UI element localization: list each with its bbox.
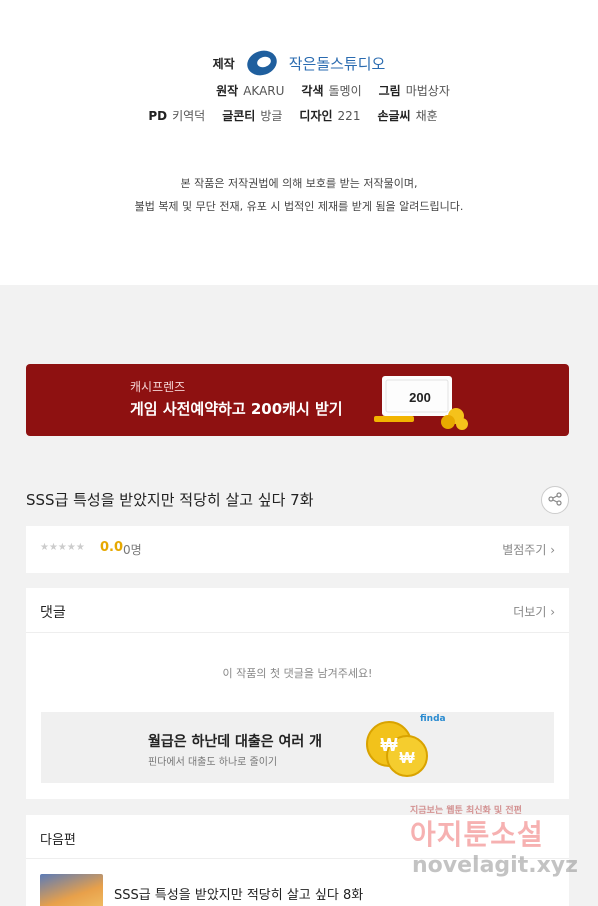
- loan-ad[interactable]: 월급은 하난데 대출은 여러 개 핀다에서 대출도 하나로 줄이기 ₩ ₩ fi…: [41, 712, 554, 783]
- cont-label: 글콘티: [222, 109, 256, 123]
- ad-brand: finda: [420, 714, 446, 724]
- cont-value: 방글: [260, 109, 283, 123]
- site-watermark: 지금보는 웹툰 최신화 및 전편 아지툰소설 novelagit.xyz: [410, 803, 590, 893]
- original-value: AKARU: [243, 83, 285, 98]
- next-episode-header: 다음편: [40, 833, 76, 848]
- rating-card: ★★★★★ 0.0 0명 별점주기 ›: [26, 526, 569, 573]
- lettering-value: 채훈: [415, 109, 438, 123]
- cashfriends-banner[interactable]: 캐시프렌즈 게임 사전예약하고 200캐시 받기 200: [26, 364, 569, 436]
- ticket-amount: 200: [409, 390, 431, 405]
- empty-comments-message: 이 작품의 첫 댓글을 남겨주세요!: [222, 667, 373, 680]
- original-label: 원작: [216, 84, 239, 98]
- rating-count: 0명: [123, 543, 142, 557]
- production-label: 제작: [212, 56, 235, 71]
- cash-ticket-icon: 200: [372, 372, 472, 432]
- adapt-value: 돌멩이: [328, 84, 362, 98]
- rate-button[interactable]: 별점주기 ›: [502, 541, 555, 558]
- share-icon: [548, 491, 562, 510]
- adapt-label: 각색: [301, 84, 324, 98]
- pd-label: PD: [148, 108, 168, 123]
- banner-title: 게임 사전예약하고 200캐시 받기: [130, 400, 343, 418]
- ad-title: 월급은 하난데 대출은 여러 개: [148, 734, 323, 750]
- comment-card: 댓글 더보기 › 이 작품의 첫 댓글을 남겨주세요! 월급은 하난데 대출은 …: [26, 588, 569, 799]
- copyright-notice: 본 작품은 저작권법에 의해 보호를 받는 저작물이며, 불법 복제 및 무단 …: [0, 172, 598, 218]
- credits-row-staff: PD 키역덕 글콘티 방글 디자인 221 손글씨 채훈: [0, 107, 598, 124]
- studio-logo-icon: [245, 48, 279, 78]
- comment-header: 댓글: [40, 605, 66, 621]
- notice-line-1: 본 작품은 저작권법에 의해 보호를 받는 저작물이며,: [180, 177, 418, 190]
- banner-subtitle: 캐시프렌즈: [130, 380, 186, 394]
- art-label: 그림: [378, 84, 401, 98]
- comments-more-button[interactable]: 더보기 ›: [513, 603, 555, 620]
- notice-line-2: 불법 복제 및 무단 전재, 유포 시 법적인 제재를 받게 됨을 알려드립니다…: [134, 200, 464, 213]
- svg-text:₩: ₩: [381, 735, 398, 755]
- ad-subtitle: 핀다에서 대출도 하나로 줄이기: [148, 757, 278, 768]
- watermark-url: novelagit.xyz: [412, 853, 578, 878]
- pd-value: 키역덕: [172, 109, 206, 123]
- credits-section: 제작 작은돌스튜디오 원작 AKARU 각색 돌멩이 그림 마법상자 PD 키역…: [0, 0, 598, 285]
- rating-stars: ★★★★★: [40, 542, 85, 553]
- studio-name: 작은돌스튜디오: [288, 54, 386, 73]
- watermark-main: 아지툰소설: [410, 818, 544, 851]
- art-value: 마법상자: [405, 84, 450, 98]
- episode-title: SSS급 특성을 받았지만 적당히 살고 싶다 7화: [26, 491, 314, 509]
- next-episode-thumbnail: [40, 874, 103, 906]
- next-episode-title: SSS급 특성을 받았지만 적당히 살고 싶다 8화: [114, 888, 364, 903]
- lettering-label: 손글씨: [377, 109, 411, 123]
- rating-score: 0.0: [100, 540, 124, 555]
- divider: [26, 632, 569, 633]
- share-button[interactable]: [541, 486, 569, 514]
- design-label: 디자인: [299, 109, 333, 123]
- design-value: 221: [337, 108, 361, 123]
- svg-text:₩: ₩: [399, 750, 415, 767]
- studio-row: 제작 작은돌스튜디오: [0, 48, 598, 78]
- credits-row-original: 원작 AKARU 각색 돌멩이 그림 마법상자: [0, 82, 598, 99]
